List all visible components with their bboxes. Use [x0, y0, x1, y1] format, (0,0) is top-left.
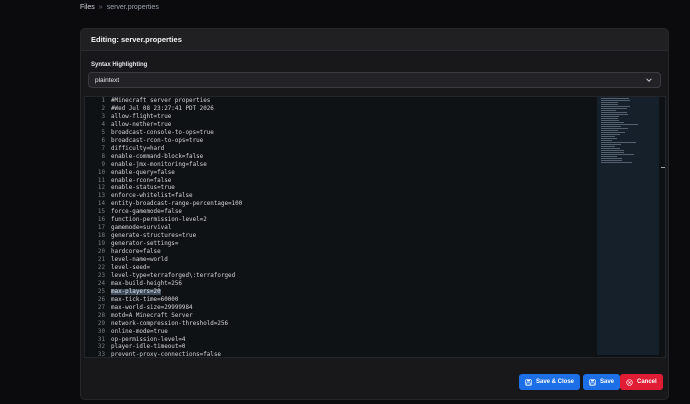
code-line[interactable]: motd=A Minecraft Server: [111, 313, 193, 321]
chevron-down-icon: [644, 75, 654, 85]
edit-file-modal: Editing: server.properties Syntax Highli…: [80, 28, 669, 400]
line-number-gutter: 1 2 3 4 5 6 7 8 9 10 11 12 13 14 15 16 17 18 19 20 21 22 23 24 2…: [85, 97, 105, 357]
code-line[interactable]: network-compression-threshold=256: [111, 321, 228, 329]
line-number: 27: [97, 304, 105, 311]
breadcrumb-files-link[interactable]: Files: [80, 4, 95, 11]
code-line[interactable]: op-permission-level=4: [111, 337, 185, 345]
code-line[interactable]: online-mode=true: [111, 329, 168, 337]
line-number: 9: [101, 161, 105, 168]
editor-minimap[interactable]: [597, 97, 659, 355]
code-line[interactable]: allow-flight=true: [111, 114, 171, 122]
line-number: 10: [97, 169, 105, 176]
line-number: 15: [97, 209, 105, 216]
syntax-highlighting-value: plaintext: [95, 76, 120, 84]
syntax-highlighting-select[interactable]: plaintext: [88, 72, 661, 88]
breadcrumb-separator: »: [98, 4, 103, 11]
line-number: 22: [97, 264, 105, 271]
modal-title: Editing: server.properties: [91, 35, 182, 44]
code-line[interactable]: enforce-whitelist=false: [111, 193, 193, 201]
breadcrumb-current-file: server.properties: [106, 4, 159, 11]
line-number: 3: [101, 113, 105, 120]
line-number: 8: [101, 153, 105, 160]
save-button[interactable]: Save: [583, 374, 621, 390]
code-line[interactable]: generator-settings=: [111, 241, 178, 249]
code-line[interactable]: force-gamemode=false: [111, 209, 182, 217]
code-line[interactable]: allow-nether=true: [111, 122, 171, 130]
code-line[interactable]: enable-rcon=false: [111, 178, 171, 186]
code-line[interactable]: enable-status=true: [111, 185, 175, 193]
code-line[interactable]: max-players=20: [111, 288, 161, 297]
line-number: 25: [97, 288, 105, 295]
code-line[interactable]: prevent-proxy-connections=false: [111, 352, 221, 357]
line-number: 17: [97, 225, 105, 232]
code-line[interactable]: level-name=world: [111, 257, 168, 265]
code-line[interactable]: #Minecraft server properties: [111, 98, 210, 106]
code-line[interactable]: broadcast-console-to-ops=true: [111, 130, 214, 138]
code-line[interactable]: gamemode=survival: [111, 225, 171, 233]
code-line[interactable]: entity-broadcast-range-percentage=100: [111, 201, 242, 209]
code-line[interactable]: function-permission-level=2: [111, 217, 207, 225]
code-line[interactable]: broadcast-rcon-to-ops=true: [111, 138, 203, 146]
line-number: 32: [97, 344, 105, 351]
code-line[interactable]: level-type=terraforged\:terraforged: [111, 273, 235, 281]
line-number: 1: [101, 98, 105, 104]
line-number: 4: [101, 121, 105, 128]
line-number: 2: [101, 105, 105, 112]
code-line[interactable]: max-tick-time=60000: [111, 297, 178, 305]
line-number: 23: [97, 272, 105, 279]
line-number: 11: [97, 177, 105, 184]
line-number: 20: [97, 249, 105, 256]
code-line[interactable]: max-build-height=256: [111, 281, 182, 289]
line-number: 24: [97, 280, 105, 287]
code-line[interactable]: level-seed=: [111, 265, 150, 273]
code-line[interactable]: enable-jmx-monitoring=false: [111, 162, 207, 170]
code-line[interactable]: max-world-size=29999984: [111, 305, 193, 313]
scrollbar-marker: [661, 167, 665, 168]
line-number: 16: [97, 217, 105, 224]
close-icon: [626, 378, 633, 386]
code-line[interactable]: generate-structures=true: [111, 233, 196, 241]
line-number: 29: [97, 320, 105, 327]
save-icon: [525, 378, 532, 386]
syntax-highlighting-label: Syntax Highlighting: [91, 62, 148, 68]
line-number: 31: [97, 336, 105, 343]
cancel-button[interactable]: Cancel: [620, 374, 663, 390]
line-number: 12: [97, 185, 105, 192]
line-number: 19: [97, 241, 105, 248]
line-number: 5: [101, 129, 105, 136]
cancel-label: Cancel: [637, 379, 657, 385]
code-line[interactable]: player-idle-timeout=0: [111, 344, 185, 352]
line-number: 13: [97, 193, 105, 200]
code-line[interactable]: difficulty=hard: [111, 146, 164, 154]
code-line[interactable]: hardcore=false: [111, 249, 161, 257]
save-icon: [589, 378, 596, 386]
line-number: 26: [97, 296, 105, 303]
line-number: 30: [97, 328, 105, 335]
selected-text[interactable]: max-players=20: [111, 288, 161, 295]
code-line[interactable]: enable-query=false: [111, 170, 175, 178]
code-editor[interactable]: 1 2 3 4 5 6 7 8 9 10 11 12 13 14 15 16 17 18 19 20 21 22 23 24 2…: [84, 96, 666, 358]
save-and-close-button[interactable]: Save & Close: [519, 374, 581, 390]
save-label: Save: [600, 379, 615, 385]
line-number: 33: [97, 352, 105, 358]
line-number: 6: [101, 137, 105, 144]
line-number: 14: [97, 201, 105, 208]
modal-header: Editing: server.properties: [81, 29, 668, 51]
code-line[interactable]: enable-command-block=false: [111, 154, 203, 162]
minimap-line: [601, 161, 632, 163]
line-number: 21: [97, 257, 105, 263]
save-and-close-label: Save & Close: [536, 379, 575, 385]
line-number: 28: [97, 312, 105, 319]
code-line[interactable]: #Wed Jul 08 23:27:41 PDT 2026: [111, 106, 214, 114]
line-number: 7: [101, 145, 105, 152]
breadcrumb: Files » server.properties: [80, 4, 159, 11]
line-number: 18: [97, 233, 105, 240]
